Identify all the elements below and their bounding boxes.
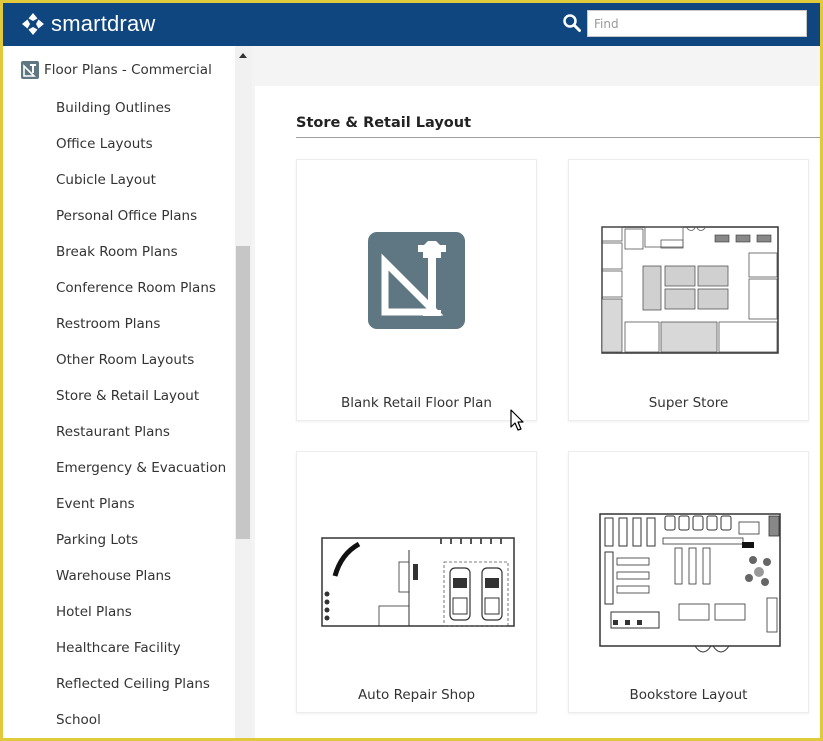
sidebar-item-cubicle-layout[interactable]: Cubicle Layout bbox=[56, 171, 226, 207]
sidebar-item-emergency-evacuation[interactable]: Emergency & Evacuation bbox=[56, 459, 226, 495]
sidebar-item-warehouse-plans[interactable]: Warehouse Plans bbox=[56, 567, 226, 603]
sidebar-list: Building Outlines Office Layouts Cubicle… bbox=[56, 99, 226, 738]
super-store-thumbnail bbox=[601, 226, 779, 354]
scroll-up-arrow-icon[interactable] bbox=[239, 53, 247, 58]
template-card-super-store[interactable]: Super Store bbox=[568, 159, 809, 421]
auto-repair-shop-thumbnail bbox=[321, 537, 515, 627]
sidebar-item-hotel-plans[interactable]: Hotel Plans bbox=[56, 603, 226, 639]
template-card-blank-retail-floor-plan[interactable]: Blank Retail Floor Plan bbox=[296, 159, 537, 421]
sidebar-item-personal-office-plans[interactable]: Personal Office Plans bbox=[56, 207, 226, 243]
sidebar-scrollbar[interactable] bbox=[235, 46, 252, 738]
template-card-bookstore-layout[interactable]: Bookstore Layout bbox=[568, 451, 809, 713]
floor-plan-category-icon bbox=[21, 61, 39, 79]
sidebar-item-store-retail-layout[interactable]: Store & Retail Layout bbox=[56, 387, 226, 423]
search-icon[interactable] bbox=[562, 13, 582, 33]
sidebar-item-event-plans[interactable]: Event Plans bbox=[56, 495, 226, 531]
section-divider bbox=[296, 137, 820, 138]
main-content: Store & Retail Layout Blank Retail Floor… bbox=[252, 46, 820, 738]
sidebar-item-conference-room-plans[interactable]: Conference Room Plans bbox=[56, 279, 226, 315]
sidebar-item-restroom-plans[interactable]: Restroom Plans bbox=[56, 315, 226, 351]
top-bar: smartdraw bbox=[3, 3, 820, 46]
bookstore-layout-thumbnail bbox=[599, 513, 781, 653]
smartdraw-logo[interactable]: smartdraw bbox=[21, 11, 156, 37]
logo-text: smartdraw bbox=[51, 11, 156, 36]
sidebar-category-floor-plans-commercial[interactable]: Floor Plans - Commercial bbox=[21, 61, 212, 79]
template-label: Auto Repair Shop bbox=[357, 687, 476, 703]
sidebar-item-office-layouts[interactable]: Office Layouts bbox=[56, 135, 226, 171]
template-gallery: Store & Retail Layout Blank Retail Floor… bbox=[255, 86, 820, 738]
smartdraw-logo-icon bbox=[22, 13, 44, 35]
sidebar-item-restaurant-plans[interactable]: Restaurant Plans bbox=[56, 423, 226, 459]
sidebar-item-building-outlines[interactable]: Building Outlines bbox=[56, 99, 226, 135]
sidebar-item-parking-lots[interactable]: Parking Lots bbox=[56, 531, 226, 567]
section-title: Store & Retail Layout bbox=[296, 115, 472, 131]
sidebar-item-school[interactable]: School bbox=[56, 711, 226, 738]
sidebar-category-label: Floor Plans - Commercial bbox=[44, 62, 212, 78]
template-label: Bookstore Layout bbox=[629, 687, 748, 703]
sidebar-item-break-room-plans[interactable]: Break Room Plans bbox=[56, 243, 226, 279]
app-window: smartdraw Floor Plans - Commercial Build… bbox=[0, 0, 823, 741]
template-label: Blank Retail Floor Plan bbox=[341, 395, 492, 411]
mouse-pointer-icon bbox=[510, 409, 524, 431]
sidebar-item-other-room-layouts[interactable]: Other Room Layouts bbox=[56, 351, 226, 387]
search-input[interactable] bbox=[587, 10, 807, 37]
sidebar-item-healthcare-facility[interactable]: Healthcare Facility bbox=[56, 639, 226, 675]
scrollbar-thumb[interactable] bbox=[236, 246, 250, 539]
template-card-auto-repair-shop[interactable]: Auto Repair Shop bbox=[296, 451, 537, 713]
sidebar-item-reflected-ceiling-plans[interactable]: Reflected Ceiling Plans bbox=[56, 675, 226, 711]
template-label: Super Store bbox=[648, 395, 729, 411]
sidebar: Floor Plans - Commercial Building Outlin… bbox=[3, 46, 252, 738]
blank-floor-plan-icon bbox=[368, 232, 465, 329]
